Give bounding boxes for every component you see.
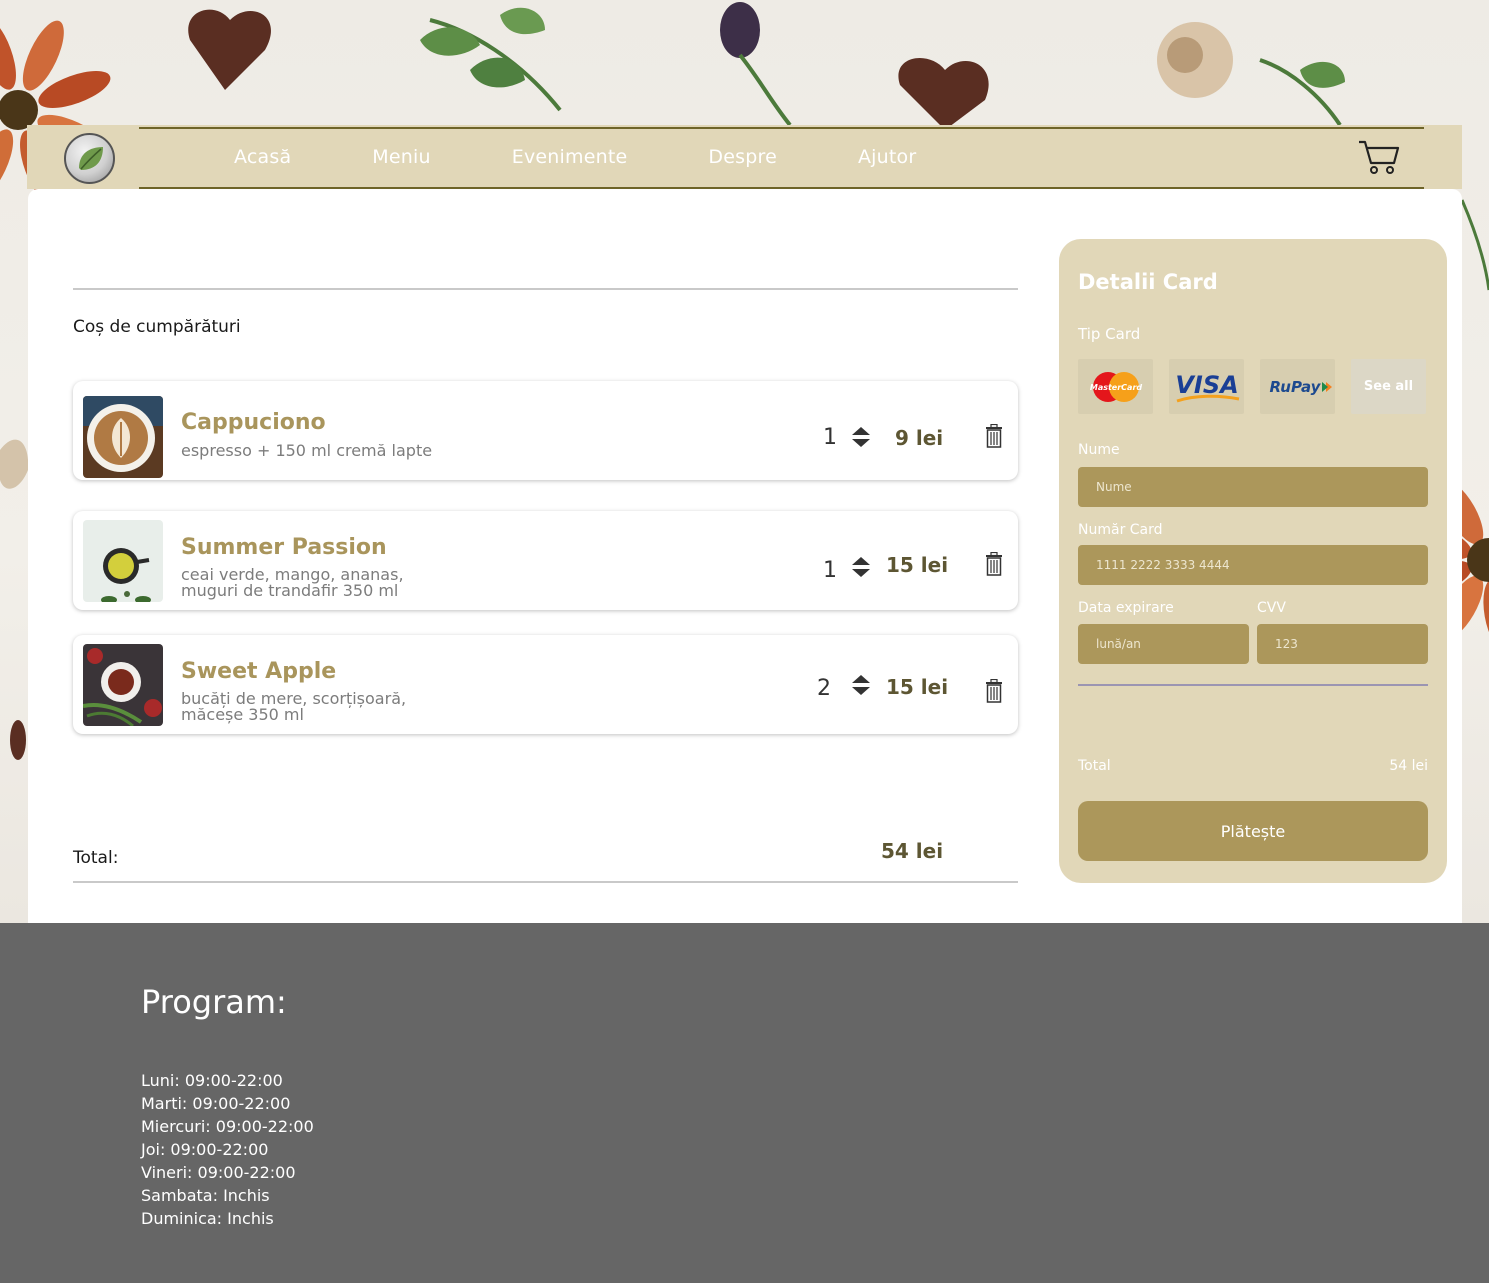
- cvv-input[interactable]: [1257, 624, 1428, 664]
- schedule-item: Vineri: 09:00-22:00: [141, 1163, 296, 1182]
- cappuccino-image: [83, 396, 163, 478]
- cart-item: Sweet Apple bucăți de mere, scorțișoară,…: [73, 635, 1018, 734]
- cvv-label: CVV: [1257, 600, 1286, 616]
- item-price: 15 lei: [886, 553, 949, 577]
- main-menu: Acasă Meniu Evenimente Despre Ajutor: [234, 125, 997, 189]
- card-details-panel: Detalii Card Tip Card MasterCard VISA Ru…: [1059, 239, 1447, 883]
- summer-passion-image: [83, 520, 163, 602]
- quantity-stepper-icon[interactable]: [851, 556, 871, 578]
- footer: Program: Luni: 09:00-22:00 Marti: 09:00-…: [0, 923, 1489, 1283]
- sweet-apple-image: [83, 644, 163, 726]
- schedule-title: Program:: [141, 983, 287, 1021]
- item-quantity: 2: [817, 676, 831, 701]
- schedule-item: Miercuri: 09:00-22:00: [141, 1117, 314, 1136]
- schedule-item: Joi: 09:00-22:00: [141, 1140, 269, 1159]
- nav-link-evenimente[interactable]: Evenimente: [512, 146, 628, 168]
- item-price: 15 lei: [886, 675, 949, 699]
- name-input[interactable]: [1078, 467, 1428, 507]
- nav-link-acasa[interactable]: Acasă: [234, 146, 291, 168]
- trash-icon[interactable]: [985, 551, 1003, 576]
- pay-button[interactable]: Plătește: [1078, 801, 1428, 861]
- item-description: bucăți de mere, scorțișoară, măceșe 350 …: [181, 689, 407, 724]
- item-name: Cappuciono: [181, 410, 326, 435]
- panel-title: Detalii Card: [1078, 270, 1218, 294]
- name-label: Nume: [1078, 442, 1120, 458]
- item-name: Summer Passion: [181, 535, 387, 560]
- cart-item: Summer Passion ceai verde, mango, ananas…: [73, 511, 1018, 610]
- trash-icon[interactable]: [985, 678, 1003, 703]
- shopping-cart-icon[interactable]: [1357, 139, 1401, 175]
- nav-link-ajutor[interactable]: Ajutor: [858, 146, 916, 168]
- card-number-input[interactable]: [1078, 545, 1428, 585]
- item-description: espresso + 150 ml cremă lapte: [181, 441, 433, 460]
- card-type-label: Tip Card: [1078, 325, 1141, 343]
- divider: [73, 288, 1018, 290]
- navbar: Acasă Meniu Evenimente Despre Ajutor: [27, 125, 1462, 189]
- quantity-stepper-icon[interactable]: [851, 426, 871, 448]
- trash-icon[interactable]: [985, 423, 1003, 448]
- item-name: Sweet Apple: [181, 659, 337, 684]
- mastercard-option[interactable]: MasterCard: [1078, 359, 1153, 414]
- expiry-label: Data expirare: [1078, 600, 1174, 616]
- schedule-item: Duminica: Inchis: [141, 1209, 274, 1228]
- divider: [1078, 684, 1428, 686]
- schedule-item: Sambata: Inchis: [141, 1186, 270, 1205]
- panel-total-label: Total: [1078, 758, 1111, 774]
- svg-text:RuPay: RuPay: [1269, 378, 1321, 396]
- card-number-label: Număr Card: [1078, 522, 1163, 538]
- cart-total-label: Total:: [73, 848, 119, 868]
- svg-text:MasterCard: MasterCard: [1089, 383, 1142, 392]
- rupay-option[interactable]: RuPay: [1260, 359, 1335, 414]
- expiry-input[interactable]: [1078, 624, 1249, 664]
- item-quantity: 1: [823, 425, 837, 450]
- leaf-logo-icon[interactable]: [64, 133, 115, 184]
- checkout-container: Coș de cumpărături Cappuciono espresso +…: [28, 189, 1462, 923]
- cart-total-value: 54 lei: [881, 839, 944, 863]
- see-all-cards-button[interactable]: See all: [1351, 359, 1426, 414]
- schedule-item: Marti: 09:00-22:00: [141, 1094, 291, 1113]
- nav-link-meniu[interactable]: Meniu: [372, 146, 430, 168]
- cart-item: Cappuciono espresso + 150 ml cremă lapte…: [73, 381, 1018, 480]
- visa-option[interactable]: VISA: [1169, 359, 1244, 414]
- panel-total-value: 54 lei: [1389, 758, 1428, 774]
- schedule-item: Luni: 09:00-22:00: [141, 1071, 283, 1090]
- cart-title: Coș de cumpărături: [73, 317, 241, 337]
- divider: [73, 881, 1018, 883]
- nav-link-despre[interactable]: Despre: [708, 146, 777, 168]
- schedule-list: Luni: 09:00-22:00 Marti: 09:00-22:00 Mie…: [141, 1069, 314, 1230]
- item-description: ceai verde, mango, ananas, muguri de tra…: [181, 565, 404, 600]
- quantity-stepper-icon[interactable]: [851, 674, 871, 696]
- item-quantity: 1: [823, 558, 837, 583]
- item-price: 9 lei: [895, 426, 944, 450]
- card-type-options: MasterCard VISA RuPay See all: [1078, 359, 1426, 414]
